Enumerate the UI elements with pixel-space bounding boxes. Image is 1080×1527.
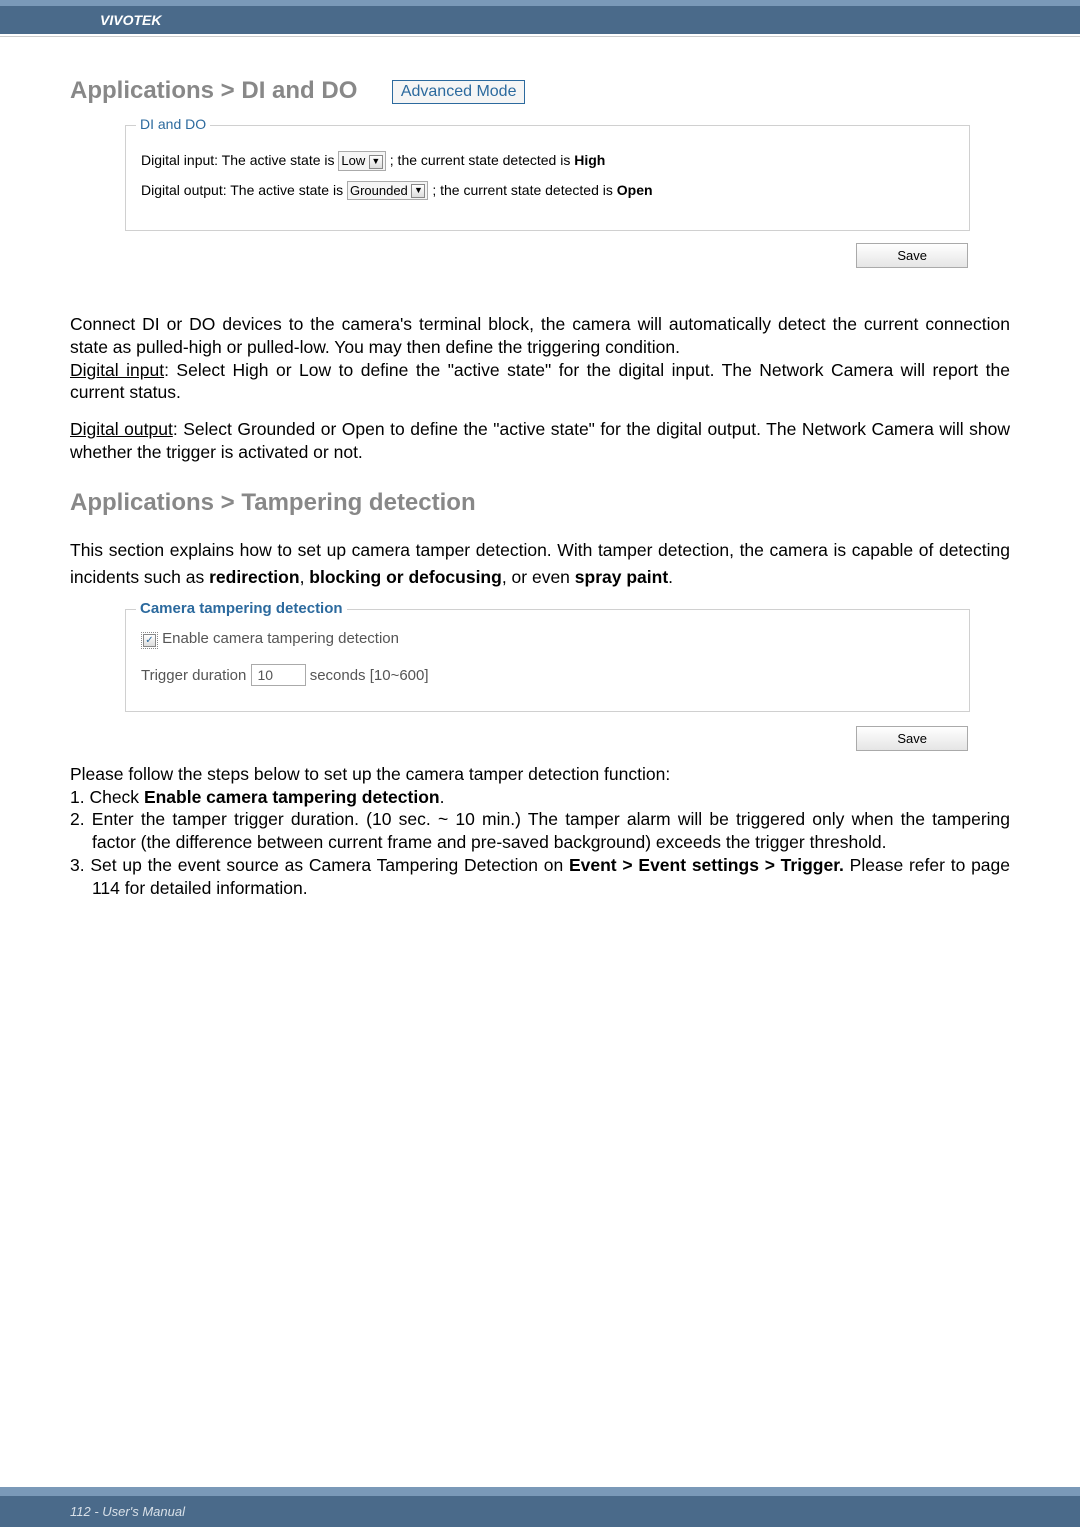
digital-input-value: Low xyxy=(341,153,365,168)
para-digital-input: Digital input: Select High or Low to def… xyxy=(70,359,1010,405)
enable-tamper-checkbox[interactable]: ✓ xyxy=(141,632,158,649)
digital-output-row: Digital output: The active state is Grou… xyxy=(141,181,954,201)
brand-text: VIVOTEK xyxy=(100,12,161,28)
do-underline: Digital output xyxy=(70,419,173,439)
step-1: 1. Check Enable camera tampering detecti… xyxy=(92,786,1010,809)
tamper-p-g: . xyxy=(668,567,673,587)
tamper-p-f: spray paint xyxy=(575,567,668,587)
trigger-duration-input[interactable]: 10 xyxy=(251,664,306,686)
trigger-duration-label: Trigger duration xyxy=(141,667,246,684)
paragraph-connect: Connect DI or DO devices to the camera's… xyxy=(70,313,1010,464)
s1a: 1. Check xyxy=(70,787,144,807)
do-desc: : Select Grounded or Open to define the … xyxy=(70,419,1010,462)
paragraph-tamper-intro: This section explains how to set up came… xyxy=(70,537,1010,591)
digital-output-value: Grounded xyxy=(350,183,408,198)
s3a: 3. Set up the event source as Camera Tam… xyxy=(70,855,569,875)
section-title-tampering: Applications > Tampering detection xyxy=(70,489,1010,517)
steps-intro: Please follow the steps below to set up … xyxy=(70,763,1010,786)
advanced-mode-badge: Advanced Mode xyxy=(392,80,526,104)
di-state-value: High xyxy=(574,152,605,168)
dropdown-arrow-icon[interactable]: ▼ xyxy=(411,184,425,198)
tamper-fieldset: Camera tampering detection ✓ Enable came… xyxy=(125,609,970,712)
steps-block: Please follow the steps below to set up … xyxy=(70,763,1010,900)
header-bar: VIVOTEK xyxy=(0,6,1080,34)
para-connect-text: Connect DI or DO devices to the camera's… xyxy=(70,313,1010,359)
enable-tamper-row: ✓ Enable camera tampering detection xyxy=(141,630,954,649)
tamper-p-d: blocking or defocusing xyxy=(309,567,502,587)
section-heading-row: Applications > DI and DO Advanced Mode xyxy=(70,77,1010,105)
tamper-p-c: , xyxy=(300,567,310,587)
do-suffix-a: ; the current state detected is xyxy=(432,182,616,198)
do-state-value: Open xyxy=(617,182,653,198)
dropdown-arrow-icon[interactable]: ▼ xyxy=(369,155,383,169)
digital-output-label: Digital output: The active state is xyxy=(141,182,343,198)
section-title-di-do: Applications > DI and DO xyxy=(70,77,357,105)
tamper-legend: Camera tampering detection xyxy=(136,600,347,617)
page-content: Applications > DI and DO Advanced Mode D… xyxy=(0,37,1080,899)
digital-input-select[interactable]: Low ▼ xyxy=(338,151,385,171)
di-do-fieldset: DI and DO Digital input: The active stat… xyxy=(125,125,970,231)
s3b: Event > Event settings > Trigger. xyxy=(569,855,844,875)
tamper-p-e: , or even xyxy=(502,567,575,587)
s1c: . xyxy=(440,787,445,807)
check-icon: ✓ xyxy=(143,634,156,647)
digital-input-row: Digital input: The active state is Low ▼… xyxy=(141,151,954,171)
digital-output-select[interactable]: Grounded ▼ xyxy=(347,181,428,201)
di-suffix-a: ; the current state detected is xyxy=(390,152,574,168)
step-3: 3. Set up the event source as Camera Tam… xyxy=(92,854,1010,900)
para-digital-output: Digital output: Select Grounded or Open … xyxy=(70,418,1010,464)
save-button-di[interactable]: Save xyxy=(856,243,968,268)
trigger-duration-row: Trigger duration 10 seconds [10~600] xyxy=(141,664,954,686)
di-do-legend: DI and DO xyxy=(136,116,210,132)
footer-text: 112 - User's Manual xyxy=(70,1504,185,1519)
di-desc: : Select High or Low to define the "acti… xyxy=(70,360,1010,403)
step-2: 2. Enter the tamper trigger duration. (1… xyxy=(92,808,1010,854)
tamper-p-b: redirection xyxy=(209,567,299,587)
save-button-tamper[interactable]: Save xyxy=(856,726,968,751)
footer-bar: 112 - User's Manual xyxy=(0,1496,1080,1527)
trigger-duration-suffix: seconds [10~600] xyxy=(310,667,429,684)
digital-input-label: Digital input: The active state is xyxy=(141,152,335,168)
enable-tamper-label: Enable camera tampering detection xyxy=(162,630,399,647)
s1b: Enable camera tampering detection xyxy=(144,787,440,807)
di-underline: Digital input xyxy=(70,360,164,380)
